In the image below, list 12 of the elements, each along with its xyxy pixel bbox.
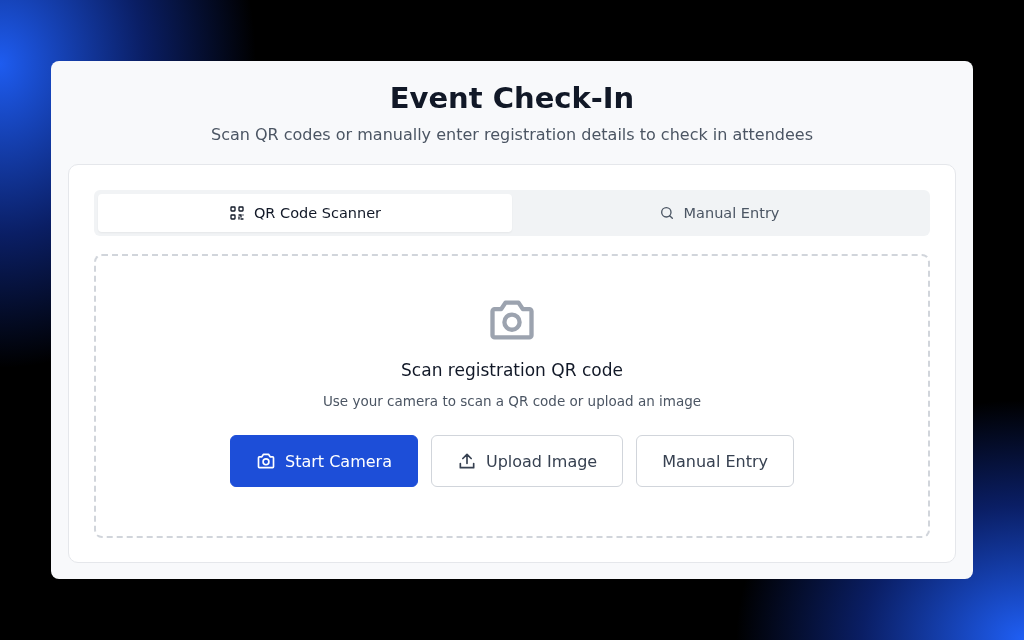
page-title: Event Check-In: [389, 80, 635, 117]
page-subtitle: Scan QR codes or manually enter registration details to check in attendees: [211, 125, 813, 144]
manual-entry-button[interactable]: Manual Entry: [636, 435, 794, 487]
scan-heading: Scan registration QR code: [401, 360, 623, 380]
start-camera-button[interactable]: Start Camera: [230, 435, 418, 487]
upload-image-button[interactable]: Upload Image: [430, 435, 624, 487]
qr-code-icon: [228, 205, 245, 221]
search-icon: [658, 205, 675, 221]
scan-hint: Use your camera to scan a QR code or upload an image: [322, 393, 702, 409]
tab[interactable]: Manual Entry: [512, 194, 926, 232]
tab[interactable]: QR Code Scanner: [98, 194, 512, 232]
camera-icon: [256, 451, 276, 471]
